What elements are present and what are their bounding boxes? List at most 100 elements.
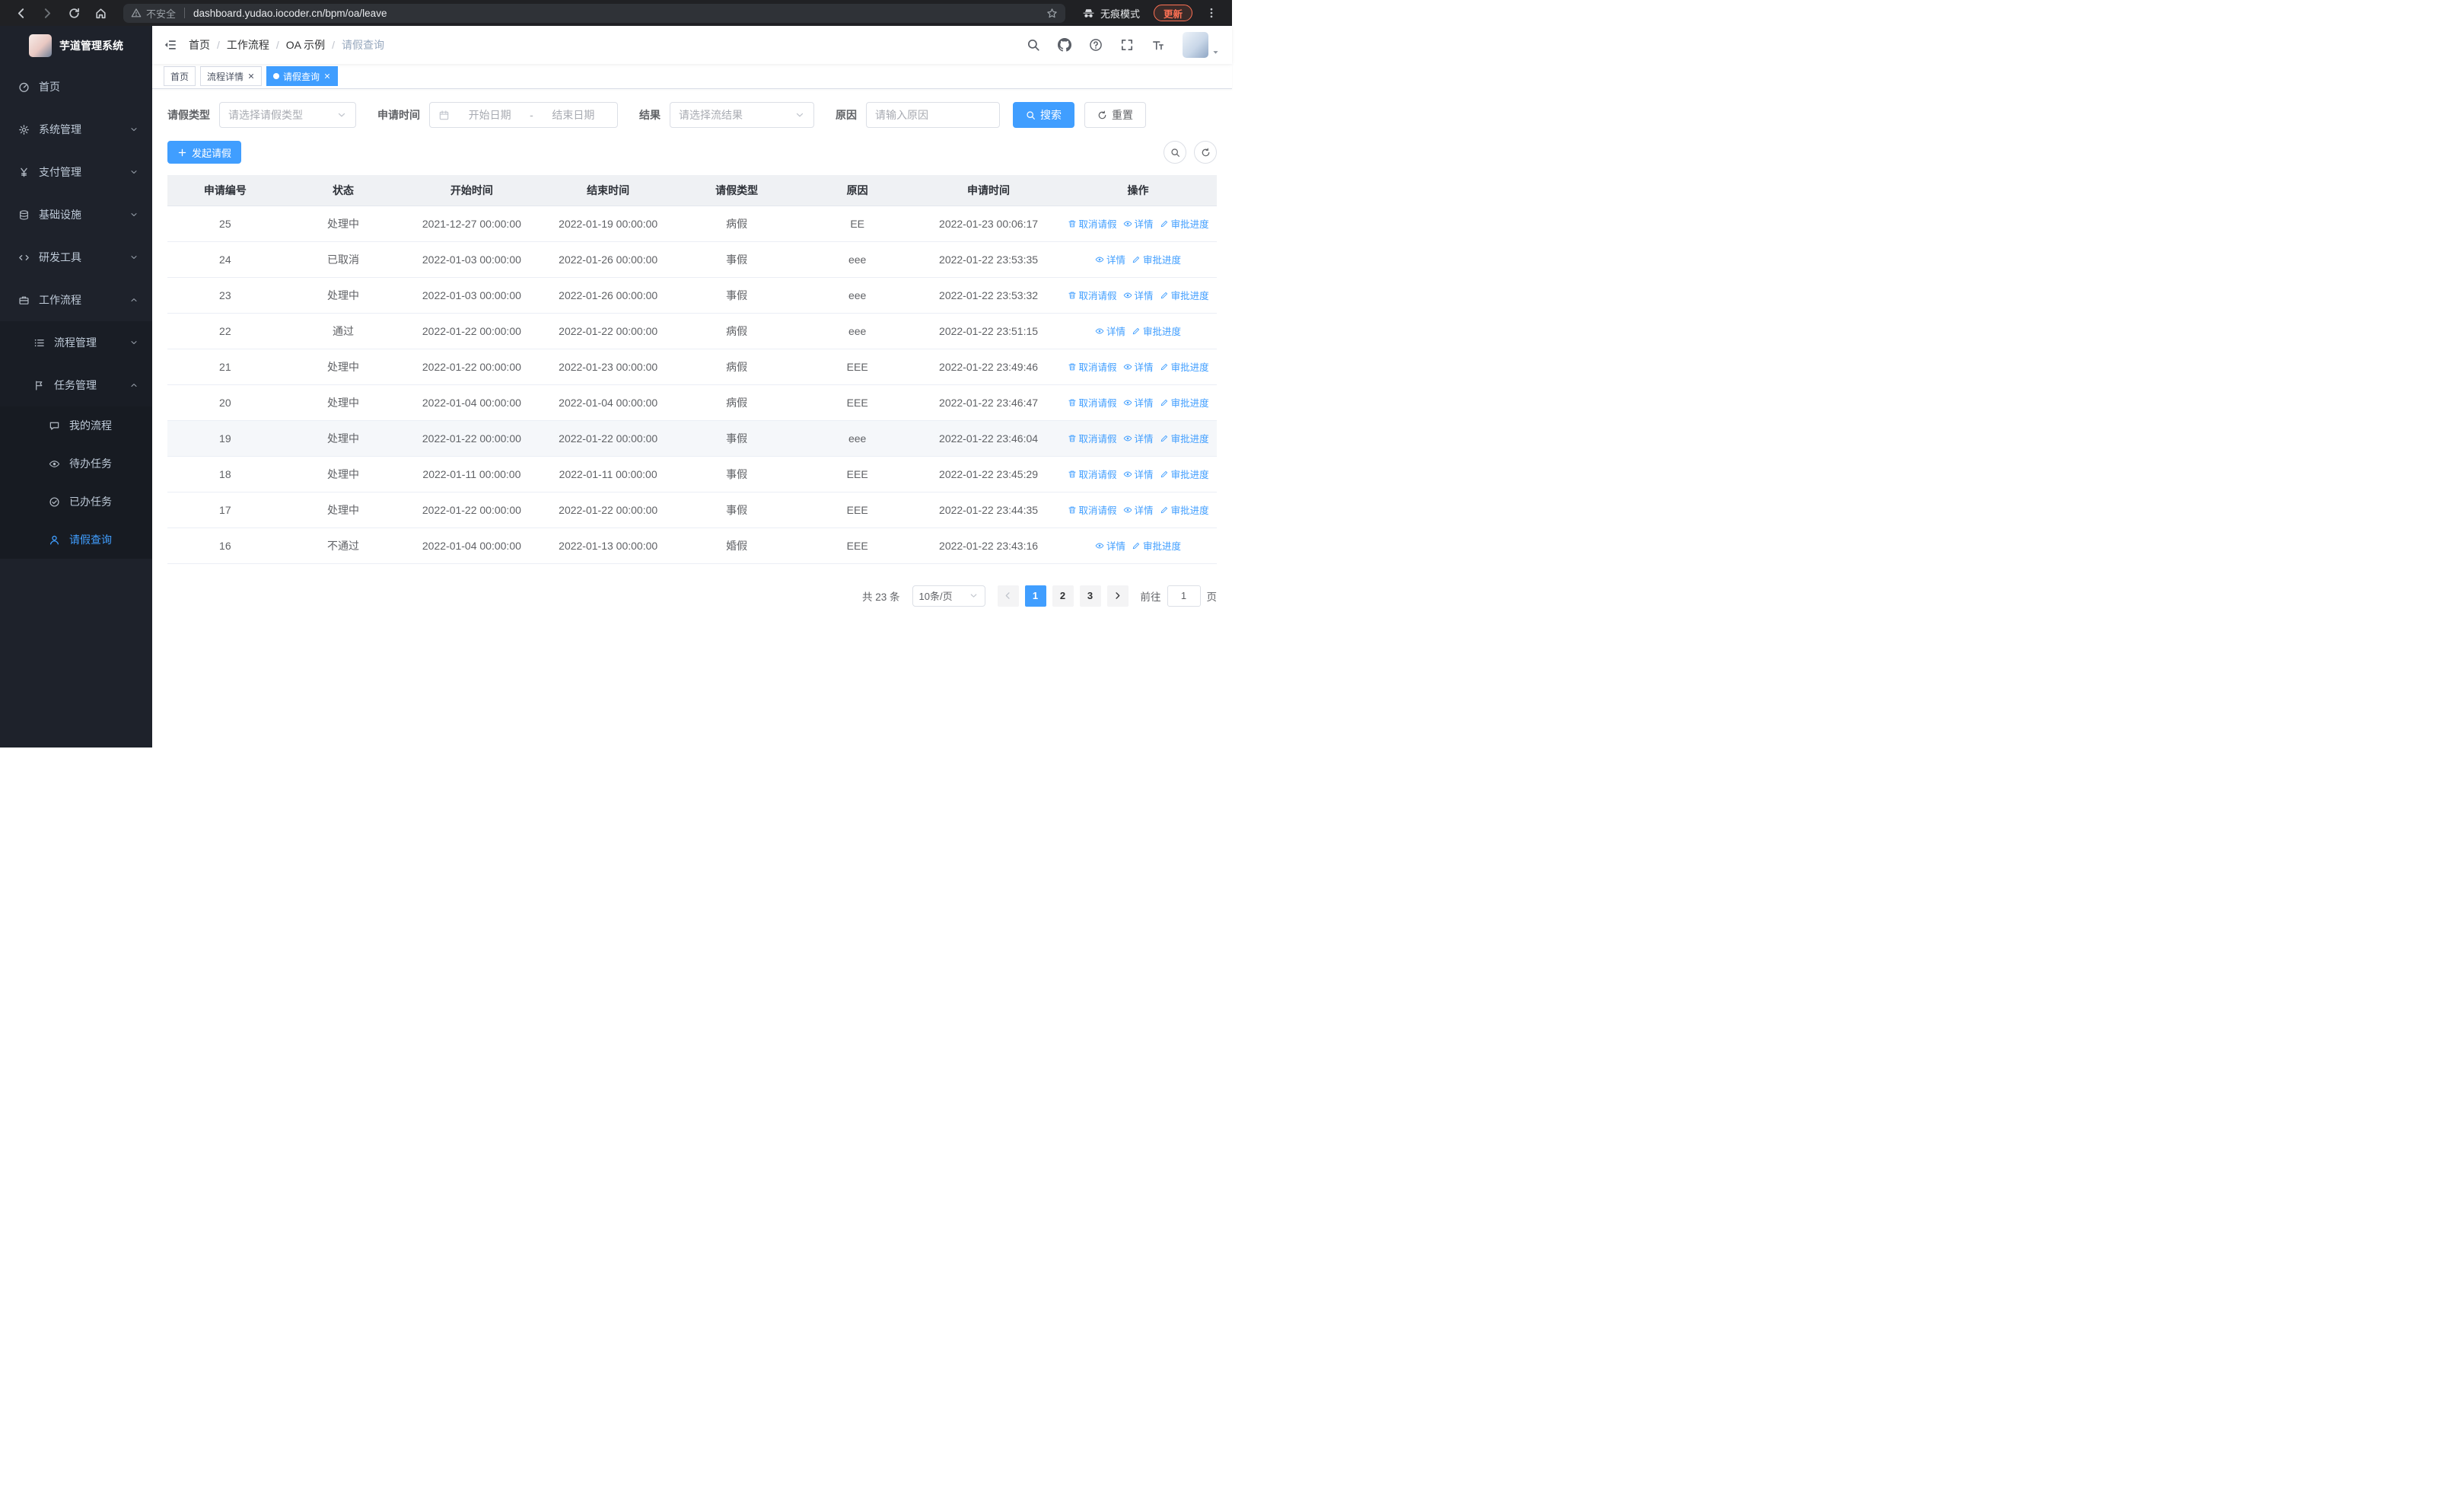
page-button-1[interactable]: 1: [1024, 585, 1046, 607]
github-icon[interactable]: [1058, 38, 1071, 52]
detail-link[interactable]: 详情: [1123, 395, 1154, 410]
approval-progress-link[interactable]: 审批进度: [1160, 502, 1209, 517]
tab-home[interactable]: 首页: [164, 66, 196, 86]
reason-label: 原因: [836, 109, 857, 121]
fullscreen-icon[interactable]: [1120, 38, 1134, 52]
page-button-3[interactable]: 3: [1079, 585, 1101, 607]
font-size-icon[interactable]: [1151, 38, 1165, 52]
approval-progress-link[interactable]: 审批进度: [1160, 431, 1209, 445]
detail-link[interactable]: 详情: [1123, 359, 1154, 374]
table-row: 20 处理中 2022-01-04 00:00:00 2022-01-04 00:00…: [167, 384, 1217, 421]
cell-start-time: 2022-01-04 00:00:00: [403, 384, 540, 421]
detail-link[interactable]: 详情: [1095, 252, 1125, 266]
browser-update-button[interactable]: 更新: [1153, 5, 1192, 21]
tab-leave-query[interactable]: 请假查询: [266, 66, 339, 86]
cancel-leave-link[interactable]: 取消请假: [1068, 288, 1117, 302]
cancel-leave-link[interactable]: 取消请假: [1068, 502, 1117, 517]
detail-link[interactable]: 详情: [1095, 538, 1125, 553]
sidebar-item-leave-query[interactable]: 请假查询: [0, 521, 152, 559]
trash-icon: [1068, 505, 1077, 515]
cell-status: 处理中: [282, 492, 404, 528]
prev-page-button[interactable]: [997, 585, 1019, 607]
cell-start-time: 2022-01-03 00:00:00: [403, 241, 540, 278]
detail-link[interactable]: 详情: [1123, 216, 1154, 231]
detail-link[interactable]: 详情: [1123, 431, 1154, 445]
security-warning-chip[interactable]: 不安全: [131, 6, 176, 21]
tab-process-detail[interactable]: 流程详情: [200, 66, 263, 86]
browser-forward-icon[interactable]: [41, 7, 54, 20]
eye-icon: [1123, 434, 1132, 443]
breadcrumb-workflow[interactable]: 工作流程: [227, 37, 269, 53]
cancel-leave-link[interactable]: 取消请假: [1068, 467, 1117, 481]
breadcrumb-separator: /: [275, 39, 279, 51]
sidebar-toggle-icon[interactable]: [164, 38, 177, 52]
browser-back-icon[interactable]: [14, 7, 27, 20]
check-circle-icon: [49, 496, 60, 508]
cell-actions: 详情 审批进度: [1059, 241, 1217, 278]
approval-progress-link[interactable]: 审批进度: [1132, 324, 1181, 338]
close-icon[interactable]: [247, 72, 255, 80]
breadcrumb: 首页 / 工作流程 / OA 示例 / 请假查询: [189, 37, 384, 53]
page-unit-label: 页: [1206, 591, 1218, 603]
breadcrumb-separator: /: [332, 39, 336, 51]
reset-button[interactable]: 重置: [1084, 102, 1146, 128]
cell-end-time: 2022-01-26 00:00:00: [540, 277, 676, 314]
search-button[interactable]: 搜索: [1013, 102, 1074, 128]
user-menu[interactable]: [1183, 32, 1220, 58]
detail-link[interactable]: 详情: [1095, 324, 1125, 338]
cell-leave-type: 事假: [676, 241, 797, 278]
url-bar[interactable]: 不安全 dashboard.yudao.iocoder.cn/bpm/oa/le…: [123, 3, 1065, 23]
refresh-table-button[interactable]: [1194, 141, 1217, 164]
sidebar-item-done-tasks[interactable]: 已办任务: [0, 483, 152, 521]
apply-time-range-picker[interactable]: 开始日期 - 结束日期: [429, 102, 618, 128]
cell-apply-time: 2022-01-22 23:53:35: [917, 241, 1060, 278]
toggle-search-button[interactable]: [1164, 141, 1186, 164]
approval-progress-link[interactable]: 审批进度: [1132, 538, 1181, 553]
approval-progress-link[interactable]: 审批进度: [1160, 288, 1209, 302]
create-leave-button[interactable]: 发起请假: [167, 141, 242, 164]
breadcrumb-home[interactable]: 首页: [189, 37, 210, 53]
sidebar-item-process-management[interactable]: 流程管理: [0, 321, 152, 364]
result-select[interactable]: 请选择流结果: [670, 102, 814, 128]
browser-home-icon[interactable]: [94, 7, 107, 20]
goto-page-input[interactable]: [1167, 585, 1201, 607]
page-button-2[interactable]: 2: [1052, 585, 1074, 607]
sidebar-item-workflow[interactable]: 工作流程: [0, 279, 152, 321]
cancel-leave-link[interactable]: 取消请假: [1068, 359, 1117, 374]
sidebar-item-todo-tasks[interactable]: 待办任务: [0, 445, 152, 483]
browser-chrome: 不安全 dashboard.yudao.iocoder.cn/bpm/oa/le…: [0, 0, 1232, 26]
detail-link[interactable]: 详情: [1123, 467, 1154, 481]
leave-type-select[interactable]: 请选择请假类型: [219, 102, 356, 128]
next-page-button[interactable]: [1106, 585, 1129, 607]
close-icon[interactable]: [323, 72, 331, 80]
bookmark-star-icon[interactable]: [1046, 8, 1058, 19]
approval-progress-link[interactable]: 审批进度: [1132, 252, 1181, 266]
sidebar-item-dev-tools[interactable]: 研发工具: [0, 236, 152, 279]
reason-input[interactable]: [875, 109, 991, 121]
sidebar-item-my-processes[interactable]: 我的流程: [0, 406, 152, 445]
breadcrumb-oa-example[interactable]: OA 示例: [286, 37, 325, 53]
sidebar-item-infrastructure[interactable]: 基础设施: [0, 193, 152, 236]
browser-reload-icon[interactable]: [68, 7, 81, 20]
detail-link[interactable]: 详情: [1123, 502, 1154, 517]
cancel-leave-link[interactable]: 取消请假: [1068, 216, 1117, 231]
approval-progress-link[interactable]: 审批进度: [1160, 395, 1209, 410]
app-logo[interactable]: 芋道管理系统: [0, 26, 152, 65]
page-size-select[interactable]: 10条/页: [912, 585, 985, 607]
approval-progress-link[interactable]: 审批进度: [1160, 359, 1209, 374]
cancel-leave-link[interactable]: 取消请假: [1068, 431, 1117, 445]
cancel-leave-link[interactable]: 取消请假: [1068, 395, 1117, 410]
browser-menu-icon[interactable]: [1205, 7, 1218, 19]
detail-link[interactable]: 详情: [1123, 288, 1154, 302]
sidebar-item-task-management[interactable]: 任务管理: [0, 364, 152, 406]
help-icon[interactable]: [1089, 38, 1103, 52]
header-end-time: 结束时间: [540, 175, 676, 206]
sidebar-item-home[interactable]: 首页: [0, 65, 152, 108]
approval-progress-link[interactable]: 审批进度: [1160, 467, 1209, 481]
search-icon[interactable]: [1027, 38, 1040, 52]
sidebar-item-payment-management[interactable]: 支付管理: [0, 151, 152, 193]
sidebar-item-system-management[interactable]: 系统管理: [0, 108, 152, 151]
edit-icon: [1160, 398, 1169, 407]
approval-progress-link[interactable]: 审批进度: [1160, 216, 1209, 231]
avatar[interactable]: [1183, 32, 1208, 58]
